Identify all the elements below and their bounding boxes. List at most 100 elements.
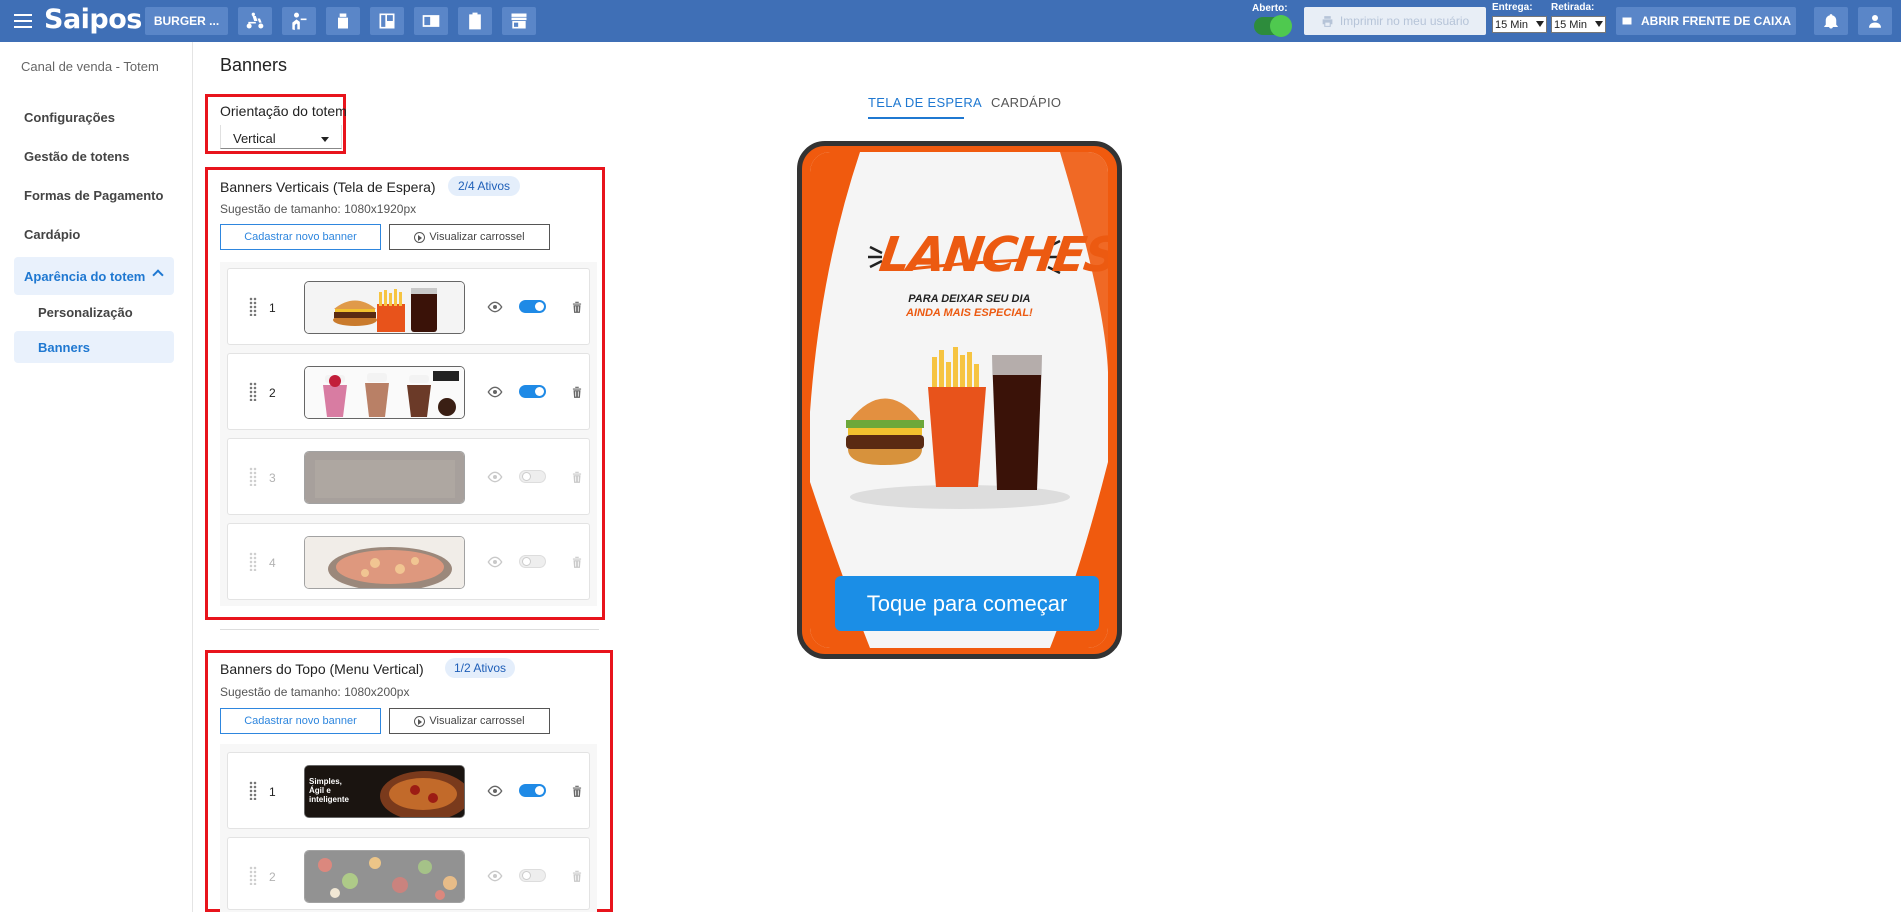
top-active-badge: 1/2 Ativos <box>445 658 515 678</box>
eye-icon[interactable] <box>487 299 503 315</box>
app-logo[interactable]: Saipos <box>44 4 142 35</box>
banner-number: 3 <box>269 471 276 485</box>
preview-carousel-label: Visualizar carrossel <box>429 715 525 727</box>
top-banner-row: 2 <box>227 837 590 910</box>
play-circle-icon <box>414 715 426 727</box>
trash-icon[interactable] <box>570 868 584 884</box>
caret-down-icon <box>321 137 329 142</box>
preview-carousel-label: Visualizar carrossel <box>429 231 525 243</box>
print-user-label: Imprimir no meu usuário <box>1339 14 1470 28</box>
banner-thumbnail[interactable] <box>304 850 465 903</box>
open-cashier-button[interactable]: ABRIR FRENTE DE CAIXA <box>1616 7 1796 35</box>
drag-handle-icon[interactable] <box>249 552 257 571</box>
eye-icon[interactable] <box>487 384 503 400</box>
drag-handle-icon[interactable] <box>249 297 257 316</box>
sidebar: Canal de venda - Totem Configurações Ges… <box>0 42 193 912</box>
add-top-banner-button[interactable]: Cadastrar novo banner <box>220 708 381 734</box>
banner-number: 2 <box>269 386 276 400</box>
counter-icon[interactable] <box>326 7 360 35</box>
menu-icon[interactable] <box>14 12 32 30</box>
eye-icon[interactable] <box>487 469 503 485</box>
eye-icon[interactable] <box>487 868 503 884</box>
preview-top-carousel-button[interactable]: Visualizar carrossel <box>389 708 550 734</box>
vertical-banner-row: 4 <box>227 523 590 600</box>
play-circle-icon <box>414 231 426 243</box>
banner-thumbnail[interactable] <box>304 451 465 504</box>
sidebar-group-aparencia[interactable]: Aparência do totem <box>14 257 174 295</box>
top-size-hint: Sugestão de tamanho: 1080x200px <box>220 685 410 699</box>
open-cashier-label: ABRIR FRENTE DE CAIXA <box>1640 14 1791 28</box>
preview-tagline-line2: AINDA MAIS ESPECIAL! <box>906 307 1033 319</box>
trash-icon[interactable] <box>570 554 584 570</box>
waiter-icon[interactable] <box>282 7 316 35</box>
preview-vertical-carousel-button[interactable]: Visualizar carrossel <box>389 224 550 250</box>
orientation-value: Vertical <box>233 131 276 146</box>
table-icon[interactable] <box>414 7 448 35</box>
printer-icon <box>1322 15 1333 27</box>
sidebar-item-banners[interactable]: Banners <box>14 331 174 363</box>
top-banner-row: 1 Simples, Ágil e inteligente <box>227 752 590 829</box>
vertical-banners-title: Banners Verticais (Tela de Espera) <box>220 179 436 195</box>
kanban-icon[interactable] <box>370 7 404 35</box>
sidebar-item-cardapio[interactable]: Cardápio <box>24 227 80 242</box>
pickup-time-value: 15 Min <box>1554 18 1588 31</box>
drag-handle-icon[interactable] <box>249 467 257 486</box>
cashier-icon <box>1622 17 1632 25</box>
checklist-icon[interactable] <box>458 7 492 35</box>
banner-active-toggle[interactable] <box>519 470 546 483</box>
banner-active-toggle[interactable] <box>519 784 546 797</box>
top-banners-title: Banners do Topo (Menu Vertical) <box>220 661 424 677</box>
store-selector[interactable]: BURGER ... <box>145 7 228 35</box>
page-title: Banners <box>220 55 288 75</box>
orientation-label: Orientação do totem <box>220 103 347 119</box>
banner-number: 2 <box>269 870 276 884</box>
delivery-label: Entrega: <box>1492 2 1533 13</box>
drag-handle-icon[interactable] <box>249 866 257 885</box>
trash-icon[interactable] <box>570 469 584 485</box>
start-button[interactable]: Toque para começar <box>835 576 1099 631</box>
preview-tagline-line1: PARA DEIXAR SEU DIA <box>908 293 1031 305</box>
eye-icon[interactable] <box>487 554 503 570</box>
delivery-moto-icon[interactable] <box>238 7 272 35</box>
store-icon[interactable] <box>502 7 536 35</box>
tab-cardapio[interactable]: CARDÁPIO <box>991 95 1061 110</box>
delivery-time-select[interactable]: 15 Min <box>1492 16 1547 33</box>
banner-thumbnail[interactable]: Simples, Ágil e inteligente <box>304 765 465 818</box>
banner-thumbnail[interactable] <box>304 366 465 419</box>
orientation-select[interactable]: Vertical <box>220 125 342 149</box>
bell-icon[interactable] <box>1814 7 1848 35</box>
top-bar: Saipos BURGER ... Aberto: Imprimir no me… <box>0 0 1901 42</box>
banner-active-toggle[interactable] <box>519 869 546 882</box>
eye-icon[interactable] <box>487 783 503 799</box>
chevron-down-icon <box>1595 21 1603 27</box>
sidebar-item-gestao-totens[interactable]: Gestão de totens <box>24 149 129 164</box>
banner-active-toggle[interactable] <box>519 555 546 568</box>
vertical-banner-row: 3 <box>227 438 590 515</box>
vertical-banner-row: 1 <box>227 268 590 345</box>
trash-icon[interactable] <box>570 299 584 315</box>
add-vertical-banner-button[interactable]: Cadastrar novo banner <box>220 224 381 250</box>
trash-icon[interactable] <box>570 783 584 799</box>
banner-number: 4 <box>269 556 276 570</box>
user-icon[interactable] <box>1858 7 1892 35</box>
vertical-size-hint: Sugestão de tamanho: 1080x1920px <box>220 202 417 216</box>
sidebar-item-personalizacao[interactable]: Personalização <box>38 305 133 320</box>
active-tab-indicator <box>868 117 964 119</box>
print-user-button[interactable]: Imprimir no meu usuário <box>1304 7 1486 35</box>
banner-thumbnail[interactable] <box>304 536 465 589</box>
open-toggle[interactable] <box>1254 15 1292 37</box>
open-label: Aberto: <box>1252 3 1288 14</box>
drag-handle-icon[interactable] <box>249 781 257 800</box>
trash-icon[interactable] <box>570 384 584 400</box>
totem-preview-screen: LANCHES PARA DEIXAR SEU DIA AINDA MAIS E… <box>810 152 1108 648</box>
tab-tela-de-espera[interactable]: TELA DE ESPERA <box>868 95 982 110</box>
banner-number: 1 <box>269 301 276 315</box>
chevron-down-icon <box>1536 21 1544 27</box>
banner-thumbnail[interactable] <box>304 281 465 334</box>
banner-active-toggle[interactable] <box>519 385 546 398</box>
sidebar-item-configuracoes[interactable]: Configurações <box>24 110 115 125</box>
sidebar-item-formas-pagamento[interactable]: Formas de Pagamento <box>24 188 163 203</box>
pickup-time-select[interactable]: 15 Min <box>1551 16 1606 33</box>
banner-active-toggle[interactable] <box>519 300 546 313</box>
drag-handle-icon[interactable] <box>249 382 257 401</box>
